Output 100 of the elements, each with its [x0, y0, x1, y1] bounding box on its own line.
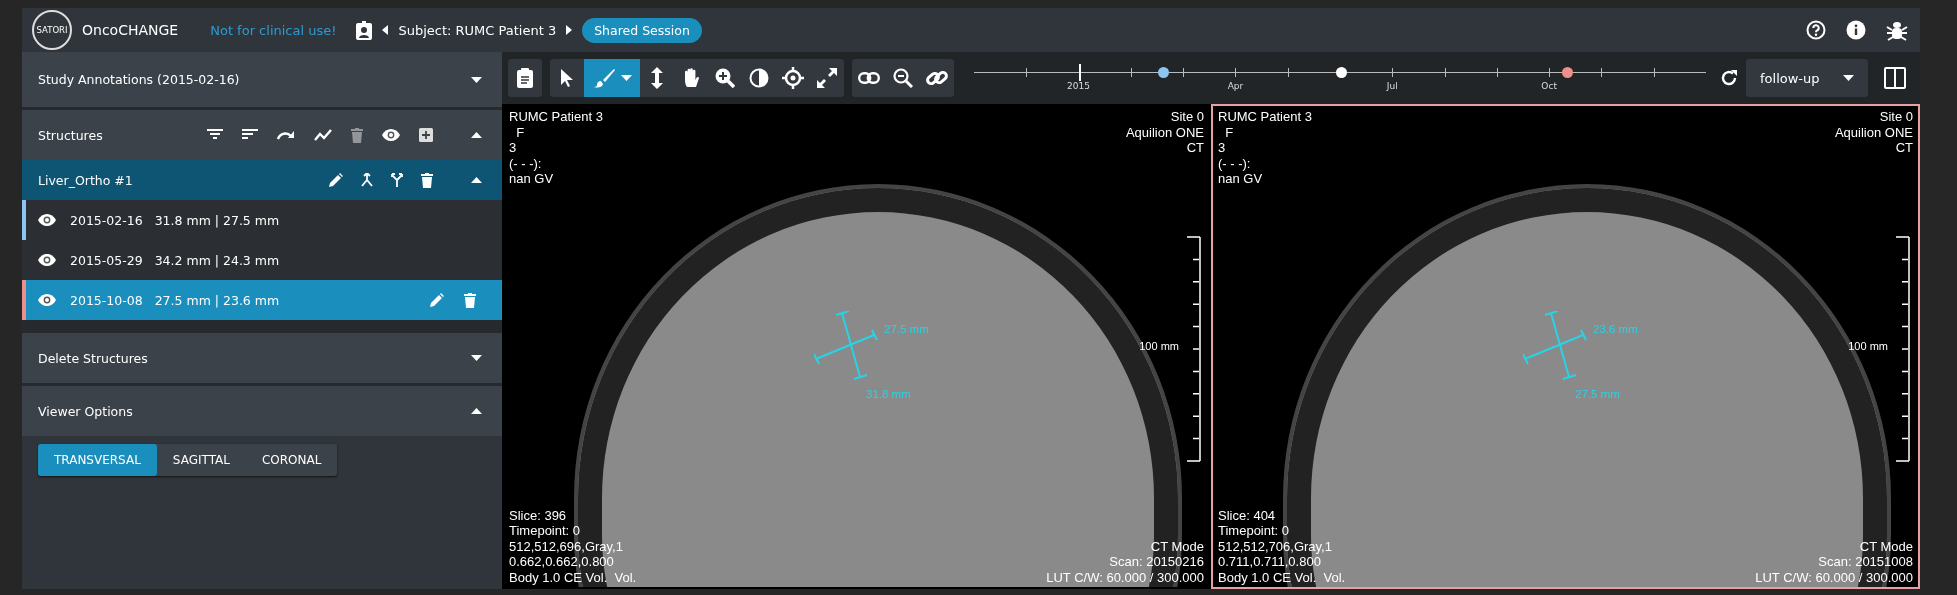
timepoint-date: 2015-10-08 [70, 292, 143, 308]
overlay-text: Scan: 20151008 [1818, 554, 1913, 570]
structure-row[interactable]: Liver_Ortho #1 [22, 160, 502, 200]
timeline-tick [1392, 68, 1394, 77]
overlay-text: Slice: 404 [1218, 507, 1277, 523]
subject-label: Subject: RUMC Patient 3 [398, 22, 557, 38]
pencil-icon[interactable] [430, 293, 444, 307]
expand-caret-icon[interactable] [471, 355, 482, 361]
brush-tool-button[interactable] [584, 59, 640, 97]
pencil-icon[interactable] [329, 173, 343, 187]
image-viewer[interactable] [1211, 104, 1920, 589]
next-caret-icon[interactable] [566, 25, 573, 35]
timepoint-row[interactable]: 2015-10-08 27.5 mm | 23.6 mm [22, 280, 502, 320]
previous-caret-icon[interactable] [382, 25, 389, 35]
timeline-major-tick [1078, 64, 1081, 81]
timeline-label: Oct [1541, 81, 1557, 91]
overlay-text: Timepoint: 0 [509, 523, 582, 539]
merge-icon[interactable] [361, 173, 373, 187]
measurement-label: 31.8 mm [866, 388, 911, 400]
eye-icon[interactable] [38, 254, 56, 266]
mode-dropdown[interactable]: follow-up [1746, 59, 1868, 97]
section-header[interactable]: Study Annotations (2015-02-16) [22, 52, 502, 107]
orientation-button[interactable]: CORONAL [245, 444, 338, 476]
split-icon[interactable] [391, 173, 403, 187]
timeline-tick [1130, 68, 1132, 77]
timepoint-dot[interactable] [1157, 67, 1169, 78]
trend-line-icon[interactable] [314, 129, 332, 141]
collapse-caret-icon[interactable] [471, 177, 482, 183]
overlay-text: Body 1.0 CE Vol. Vol. [509, 569, 637, 585]
section-header[interactable]: Delete Structures [22, 333, 502, 383]
timeline-tick [1601, 68, 1603, 77]
eye-icon[interactable] [38, 294, 56, 306]
section-title: Delete Structures [38, 350, 149, 366]
overlay-text: Timepoint: 0 [1218, 523, 1291, 539]
orientation-button[interactable]: TRANSVERSAL [38, 444, 157, 476]
section-title: Structures [38, 127, 104, 143]
collapse-caret-icon[interactable] [471, 408, 482, 414]
redo-icon[interactable] [277, 130, 295, 140]
section-header[interactable]: Structures [22, 110, 502, 160]
filter-icon[interactable] [207, 129, 223, 141]
timeline-label: 2015 [1067, 81, 1090, 91]
overlay-text: (- - -): [1218, 155, 1252, 171]
timepoint-dot[interactable] [1561, 67, 1573, 78]
timeline-tick [1653, 68, 1655, 77]
timeline-tick [1235, 68, 1237, 77]
overlay-text: Scan: 20150216 [1109, 554, 1204, 570]
section-title: Viewer Options [38, 403, 134, 419]
overlay-text: nan GV [509, 171, 555, 187]
orientation-button[interactable]: SAGITTAL [156, 444, 246, 476]
structure-name: Liver_Ortho #1 [38, 172, 134, 188]
overlay-text: F [1224, 124, 1235, 140]
timepoint-row[interactable]: 2015-02-16 31.8 mm | 27.5 mm [22, 200, 502, 240]
id-card-icon[interactable] [356, 20, 373, 40]
overlay-text: Body 1.0 CE Vol. Vol. [1218, 569, 1346, 585]
overlay-text: Site 0 [1170, 109, 1204, 125]
eye-icon[interactable] [38, 214, 56, 226]
timeline-label: Apr [1227, 81, 1244, 91]
measurement-label: 27.5 mm [1575, 388, 1620, 400]
section-header[interactable]: Viewer Options [22, 386, 502, 436]
overlay-text: Slice: 396 [509, 507, 568, 523]
image-viewer[interactable] [502, 104, 1211, 589]
bug-icon[interactable] [1886, 19, 1908, 41]
scale-label: 100 mm [1848, 340, 1888, 352]
timeline-tick [1444, 68, 1446, 77]
shared-session-button[interactable]: Shared Session [582, 17, 702, 43]
add-icon[interactable] [419, 128, 433, 142]
timepoint-row[interactable]: 2015-05-29 34.2 mm | 24.3 mm [22, 240, 502, 280]
info-icon[interactable] [1846, 20, 1866, 40]
caret-icon [620, 75, 632, 81]
timeline-tick [1026, 68, 1028, 77]
overlay-text: RUMC Patient 3 [509, 109, 603, 125]
eye-icon[interactable] [382, 129, 400, 141]
timeline-tick [1183, 68, 1185, 77]
expand-caret-icon[interactable] [471, 76, 482, 83]
sort-icon[interactable] [242, 129, 258, 141]
measurement-text: 27.5 mm | 23.6 mm [154, 292, 281, 308]
trash-icon[interactable] [421, 172, 433, 188]
measurement-label: 27.5 mm [884, 323, 929, 335]
measurement-text: 31.8 mm | 27.5 mm [154, 212, 281, 228]
refresh-icon[interactable] [1720, 69, 1738, 87]
timeline-tick [1549, 68, 1551, 77]
overlay-text: 3 [1218, 140, 1227, 156]
overlay-text: CT Mode [1150, 538, 1204, 554]
warning-text: Not for clinical use! [210, 22, 337, 38]
overlay-text: CT [1186, 140, 1204, 156]
overlay-text: 512,512,706,Gray,1 [1218, 538, 1333, 554]
scale-label: 100 mm [1139, 340, 1179, 352]
trash-icon[interactable] [464, 292, 476, 308]
overlay-text: 512,512,696,Gray,1 [509, 538, 624, 554]
overlay-text: nan GV [1218, 171, 1264, 187]
collapse-caret-icon[interactable] [471, 132, 482, 138]
overlay-text: Aquilion ONE [1125, 124, 1204, 140]
timepoint-date: 2015-02-16 [70, 212, 143, 228]
measurement-text: 34.2 mm | 24.3 mm [154, 252, 281, 268]
overlay-text: RUMC Patient 3 [1218, 109, 1312, 125]
measurement-label: 23.6 mm [1593, 323, 1638, 335]
help-icon[interactable] [1806, 20, 1826, 40]
overlay-text: (- - -): [509, 155, 543, 171]
timepoint-date: 2015-05-29 [70, 252, 143, 268]
timepoint-dot[interactable] [1336, 67, 1348, 78]
